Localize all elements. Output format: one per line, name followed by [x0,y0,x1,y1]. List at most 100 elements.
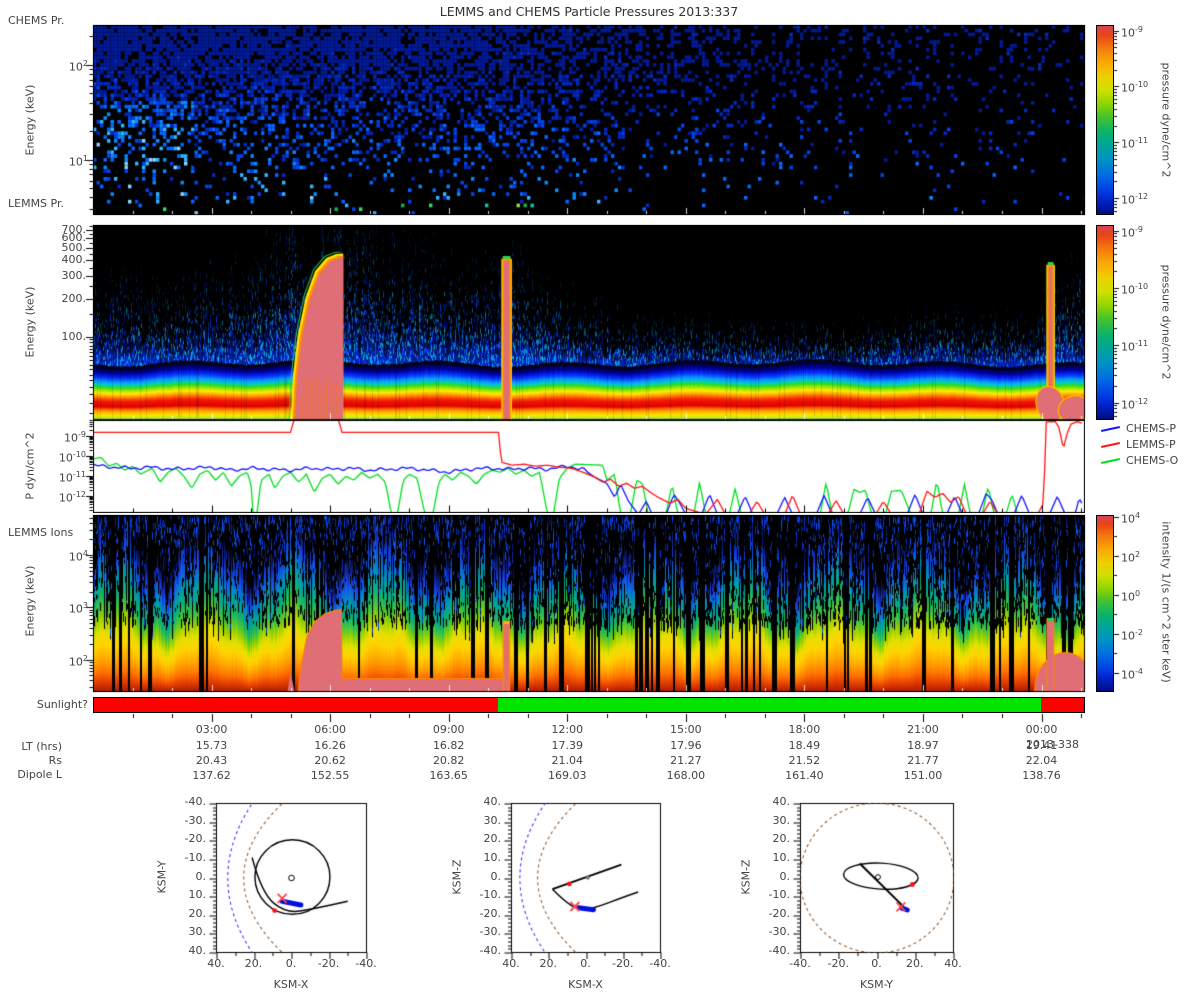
y-axis-label-energy-chems: Energy (keV) [23,84,37,156]
orbit-plot-ksmx-ksmy-canvas [204,791,372,963]
orbit-ytick-label: -20. [479,906,501,920]
orbit-ytick-label: -10. [479,888,501,902]
time-tick-label: 00:00 [1025,723,1058,736]
orbit-ytick-label: 40. [772,795,791,808]
legend-line-sample-chems-p [1100,425,1121,432]
orbit-xtick-label: 20. [244,957,263,970]
orbit-ytick-label: -40. [184,795,206,808]
orbit-ytick-label: 10. [483,850,502,864]
colorbar-tick-label: 100 [1121,588,1141,604]
orbit-ytick-label: 20. [772,832,791,846]
figure: LEMMS and CHEMS Particle Pressures 2013:… [0,0,1200,1000]
lt-value: 16.26 [314,739,346,752]
orbit-xtick-label: -40. [789,957,811,970]
legend-label-lemms-p: LEMMS-P [1126,438,1176,451]
orbit-ytick-label: 0. [195,869,207,883]
sunlight-segment-shadow [94,698,499,712]
time-tick-label: 06:00 [314,723,346,736]
orbit-ytick-label: -30. [479,925,501,939]
panel-label-chems-pr: CHEMS Pr. [8,14,65,27]
orbit-ytick-label: -20. [768,906,790,920]
colorbar-unit-label-pressure-2: pressure dyne/cm^2 [1159,264,1173,380]
ytick-label: 101 [68,153,88,169]
ytick-label: 300. [61,269,87,283]
orbit-ytick-label: 40. [188,944,207,957]
dipole-l-value: 152.55 [310,769,350,782]
dipole-l-value: 151.00 [903,769,943,782]
colorbar-tick-label: 10-4 [1121,666,1143,682]
orbit-ytick-label: -40. [768,944,790,957]
colorbar-tick-label: 10-12 [1121,396,1149,412]
orbit-plot-ksmx-ksmz-canvas [499,791,666,963]
orbit-xtick-label: 0. [871,957,882,970]
orbit-ytick-label: 30. [188,925,207,939]
time-tick-label: 03:00 [195,723,228,736]
lt-value: 16.82 [432,739,465,752]
orbit-ytick-label: 20. [188,906,207,920]
legend-label-chems-o: CHEMS-O [1126,454,1179,467]
orbit-ytick-label: -20. [184,832,206,846]
ytick-label: 500. [61,241,87,255]
orbit-ytick-label: 10. [188,888,207,902]
panel-label-lemms-ions: LEMMS Ions [8,526,74,539]
dipole-l-value: 161.40 [785,769,824,782]
rs-value: 21.04 [551,754,584,767]
time-tick-label: 21:00 [907,723,939,736]
orbit-xtick-label: -20. [612,957,634,970]
dipole-l-value: 138.76 [1022,769,1061,782]
ytick-label: 10-10 [58,450,86,465]
rs-value: 21.27 [670,754,702,767]
orbit-xlabel-ksm-y: KSM-Y [859,978,894,991]
orbit-ytick-label: 0. [490,869,502,883]
orbit-xtick-label: 0. [285,957,297,970]
legend-line-sample-chems-o [1100,457,1121,464]
rs-value: 20.82 [432,754,465,767]
colorbar-tick-label: 10-11 [1121,136,1149,151]
colorbar-tick-label: 10-2 [1121,627,1143,643]
row-label-lt: LT (hrs) [21,740,62,753]
orbit-ytick-label: 20. [483,832,502,846]
lemms-pressure-spectrogram-canvas [93,225,1085,420]
orbit-xlabel-ksm-x-2: KSM-X [568,978,603,991]
row-label-rs: Rs [48,754,62,767]
colorbar-tick-label: 10-9 [1121,24,1143,40]
legend-label-chems-p: CHEMS-P [1126,422,1176,435]
orbit-ytick-label: 10. [772,850,791,864]
ytick-label: 400. [61,253,87,267]
colorbar-tick-label: 102 [1121,549,1141,565]
orbit-ytick-label: 30. [483,813,502,827]
time-tick-label: 15:00 [669,723,702,736]
legend-entry-chems-p: CHEMS-P [1100,421,1176,436]
sunlight-bar [93,697,1085,713]
colorbar-tick-label: 10-12 [1121,192,1149,207]
orbit-ytick-label: -30. [768,925,790,939]
colorbar-tick-label: 10-11 [1121,339,1149,355]
rs-value: 21.52 [788,754,821,767]
orbit-xtick-label: -40. [355,957,377,970]
colorbar-pressure-1 [1096,25,1114,215]
time-tick-label: 09:00 [432,723,465,736]
orbit-xlabel-ksm-x-1: KSM-X [273,978,309,991]
panel-label-lemms-pr: LEMMS Pr. [8,197,64,210]
lemms-ions-spectrogram-canvas [93,515,1085,692]
ytick-label: 10-11 [58,470,86,485]
ytick-label: 104 [68,548,88,564]
sunlight-segment-shadow [1040,698,1084,712]
colorbar-intensity [1096,515,1114,692]
orbit-ytick-label: 40. [483,795,502,808]
lt-value: 19.41 [1025,739,1058,752]
colorbar-tick-label: 104 [1121,510,1141,526]
rs-value: 22.04 [1025,754,1058,767]
orbit-ytick-label: -10. [184,850,206,864]
orbit-ytick-label: 0. [779,869,791,883]
ytick-label: 100. [61,329,87,343]
colorbar-unit-label-intensity: intensity 1/(s cm^2 ster keV) [1159,521,1173,683]
orbit-ytick-label: -40. [479,944,501,957]
orbit-xtick-label: 0. [580,957,591,970]
colorbar-unit-label-pressure-1: pressure dyne/cm^2 [1159,62,1173,178]
page-title: LEMMS and CHEMS Particle Pressures 2013:… [439,4,739,19]
rs-value: 20.43 [195,754,228,767]
chems-pressure-spectrogram-canvas [93,25,1085,215]
legend-entry-chems-o: CHEMS-O [1100,453,1179,468]
time-tick-label: 12:00 [551,723,584,736]
